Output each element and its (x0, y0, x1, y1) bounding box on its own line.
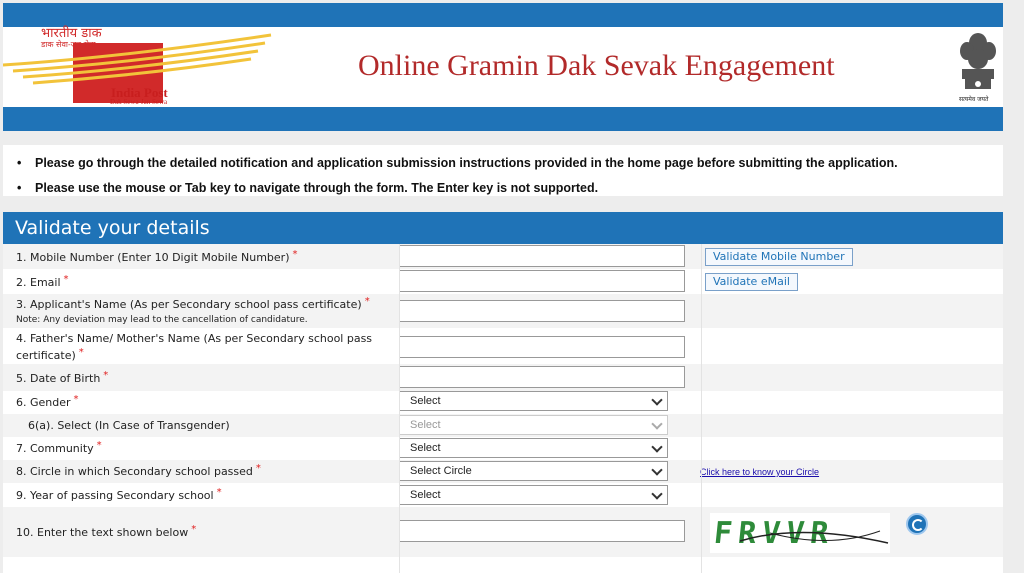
dob-input[interactable] (399, 366, 685, 388)
india-post-logo: भारतीय डाक डाक सेवा-जन सेवा India Post D… (3, 27, 278, 107)
refresh-captcha-icon[interactable] (906, 513, 928, 535)
instruction-item: Please use the mouse or Tab key to navig… (17, 176, 1003, 201)
applicant-name-input[interactable] (399, 300, 685, 322)
required-asterisk: * (73, 394, 79, 405)
column-divider (399, 244, 400, 573)
community-selected-value: Select (410, 442, 441, 454)
transgender-label: 6(a). Select (In Case of Transgender) (28, 419, 230, 432)
community-label: 7. Community (16, 442, 94, 455)
know-your-circle-link[interactable]: Click here to know your Circle (700, 467, 819, 477)
email-label: 2. Email (16, 276, 61, 289)
transgender-select[interactable]: Select (399, 415, 668, 435)
community-select[interactable]: Select (399, 438, 668, 458)
required-asterisk: * (103, 370, 109, 381)
dob-label: 5. Date of Birth (16, 372, 101, 385)
parent-name-label-line1: 4. Father's Name/ Mother's Name (As per … (16, 332, 373, 345)
validate-email-button[interactable]: Validate eMail (705, 273, 798, 291)
mobile-label: 1. Mobile Number (Enter 10 Digit Mobile … (16, 251, 290, 264)
transgender-selected-value: Select (410, 419, 441, 431)
circle-label: 8. Circle in which Secondary school pass… (16, 465, 253, 478)
chevron-down-icon (651, 488, 663, 500)
emblem-caption: सत्यमेव जयते (959, 96, 989, 103)
captcha-label: 10. Enter the text shown below (16, 526, 189, 539)
instructions-list: Please go through the detailed notificat… (3, 145, 1003, 196)
captcha-image: FRVVR (710, 513, 890, 553)
required-asterisk: * (216, 487, 222, 498)
year-selected-value: Select (410, 489, 441, 501)
mobile-number-input[interactable] (399, 245, 685, 267)
chevron-down-icon (651, 441, 663, 453)
validate-details-heading: Validate your details (3, 212, 1003, 244)
required-asterisk: * (191, 524, 197, 535)
logo-hindi-subtext: डाक सेवा-जन सेवा (41, 40, 96, 49)
column-divider (701, 244, 702, 573)
applicant-name-note: Note: Any deviation may lead to the canc… (16, 315, 308, 325)
instruction-item: Please go through the detailed notificat… (17, 151, 1003, 176)
validate-mobile-button[interactable]: Validate Mobile Number (705, 248, 853, 266)
chevron-down-icon (651, 464, 663, 476)
top-blue-band (3, 3, 1003, 27)
circle-selected-value: Select Circle (410, 465, 472, 477)
chevron-down-icon (651, 418, 663, 430)
page-title: Online Gramin Dak Sevak Engagement (358, 49, 835, 82)
gender-select[interactable]: Select (399, 391, 668, 411)
chevron-down-icon (651, 394, 663, 406)
applicant-name-label: 3. Applicant's Name (As per Secondary sc… (16, 298, 362, 311)
required-asterisk: * (255, 463, 261, 474)
year-select[interactable]: Select (399, 485, 668, 505)
captcha-noise-lines (739, 530, 889, 544)
gender-label: 6. Gender (16, 396, 71, 409)
required-asterisk: * (78, 347, 84, 358)
parent-name-input[interactable] (399, 336, 685, 358)
gender-selected-value: Select (410, 395, 441, 407)
email-input[interactable] (399, 270, 685, 292)
logo-tagline: Dak Sewa-Jan Sewa (110, 98, 168, 106)
year-label: 9. Year of passing Secondary school (16, 489, 214, 502)
required-asterisk: * (63, 274, 69, 285)
required-asterisk: * (292, 249, 298, 260)
required-asterisk: * (364, 296, 370, 307)
form-row-empty (3, 557, 1003, 573)
parent-name-label-line2: certificate) (16, 349, 76, 362)
required-asterisk: * (96, 440, 102, 451)
bottom-blue-band (3, 107, 1003, 131)
site-header: भारतीय डाक डाक सेवा-जन सेवा India Post D… (3, 27, 1003, 107)
captcha-input[interactable] (399, 520, 685, 542)
circle-select[interactable]: Select Circle (399, 461, 668, 481)
